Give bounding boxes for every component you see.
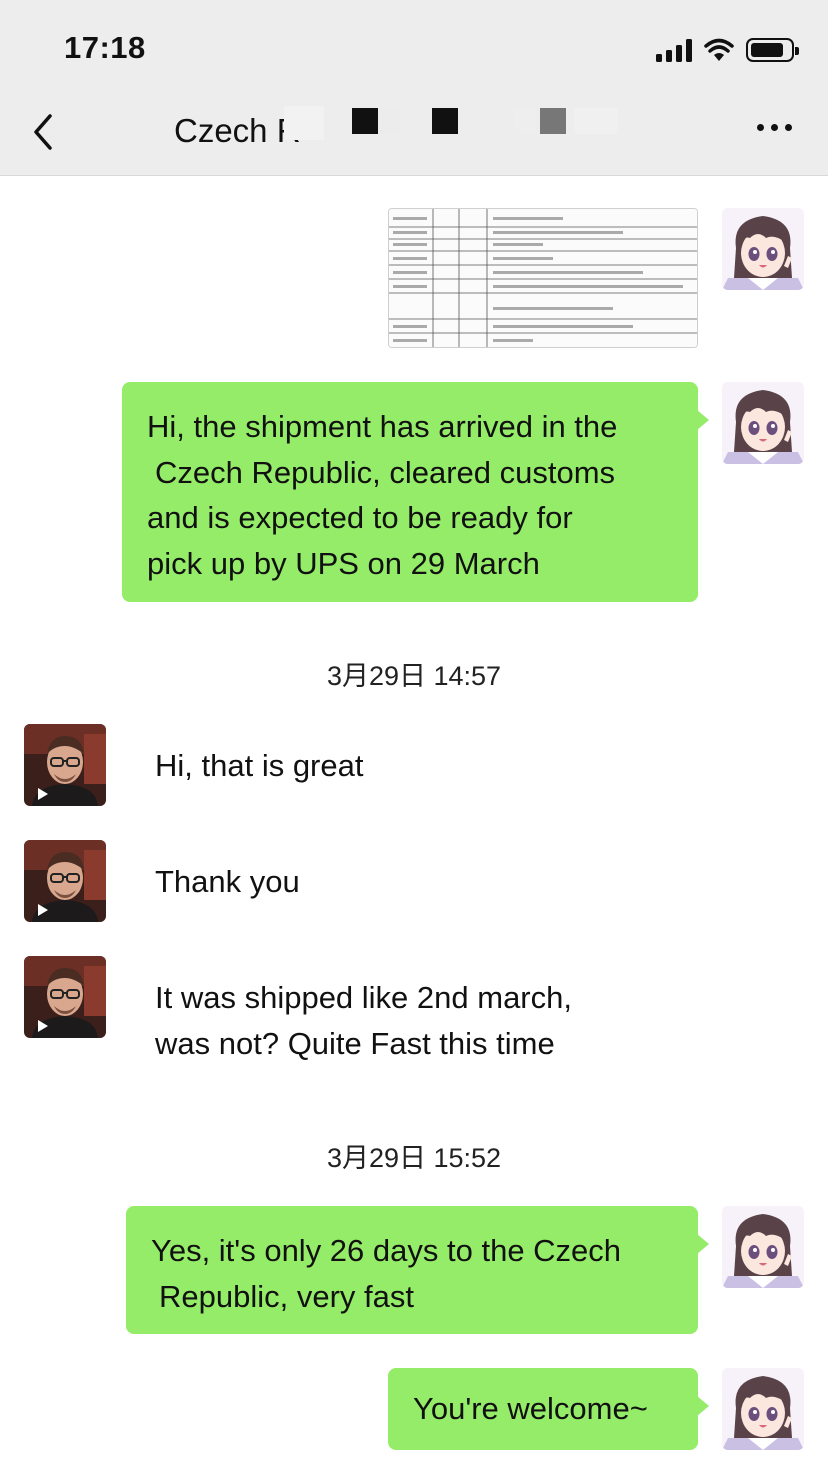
message-text-line: was not? Quite Fast this time (155, 1025, 555, 1061)
top-bar: 17:18 Czech R (0, 0, 828, 176)
message-text-line: It was shipped like 2nd march, (155, 980, 572, 1015)
message-text-line: Republic, very fast (159, 1278, 414, 1314)
status-icons (656, 36, 799, 64)
my-avatar[interactable] (722, 1368, 804, 1450)
wifi-icon (704, 38, 734, 61)
battery-icon (746, 38, 799, 62)
status-time: 17:18 (64, 30, 146, 65)
my-avatar[interactable] (722, 1206, 804, 1288)
incoming-message[interactable]: Hi, that is great (155, 743, 363, 789)
outgoing-message-bubble[interactable]: Yes, it's only 26 days to the Czech Repu… (126, 1206, 709, 1334)
title-redaction (284, 106, 624, 140)
image-message-document[interactable] (388, 208, 698, 348)
message-timestamp: 3月29日 15:52 (326, 1143, 502, 1173)
message-text-line: and is expected to be ready for (147, 500, 573, 535)
incoming-message[interactable]: Thank you (155, 859, 300, 905)
contact-avatar[interactable] (24, 840, 106, 922)
incoming-message[interactable]: It was shipped like 2nd march, was not? … (155, 975, 572, 1066)
back-icon[interactable] (28, 110, 58, 154)
message-timestamp: 3月29日 14:57 (326, 661, 502, 691)
message-text-line: Czech Republic, cleared customs (155, 454, 616, 490)
message-text-line: Yes, it's only 26 days to the Czech (151, 1233, 622, 1268)
more-options-icon[interactable] (757, 124, 792, 131)
my-avatar[interactable] (722, 382, 804, 464)
my-avatar[interactable] (722, 208, 804, 290)
message-text-line: pick up by UPS on 29 March (147, 545, 540, 581)
chat-title: Czech R (174, 112, 301, 149)
contact-avatar[interactable] (24, 724, 106, 806)
message-text-line: You're welcome~ (413, 1391, 648, 1426)
outgoing-message-bubble[interactable]: You're welcome~ (388, 1368, 709, 1450)
message-text-line: Hi, the shipment has arrived in the (147, 409, 618, 444)
outgoing-message-bubble[interactable]: Hi, the shipment has arrived in the Czec… (122, 382, 709, 602)
cellular-signal-icon (656, 38, 692, 62)
contact-avatar[interactable] (24, 956, 106, 1038)
